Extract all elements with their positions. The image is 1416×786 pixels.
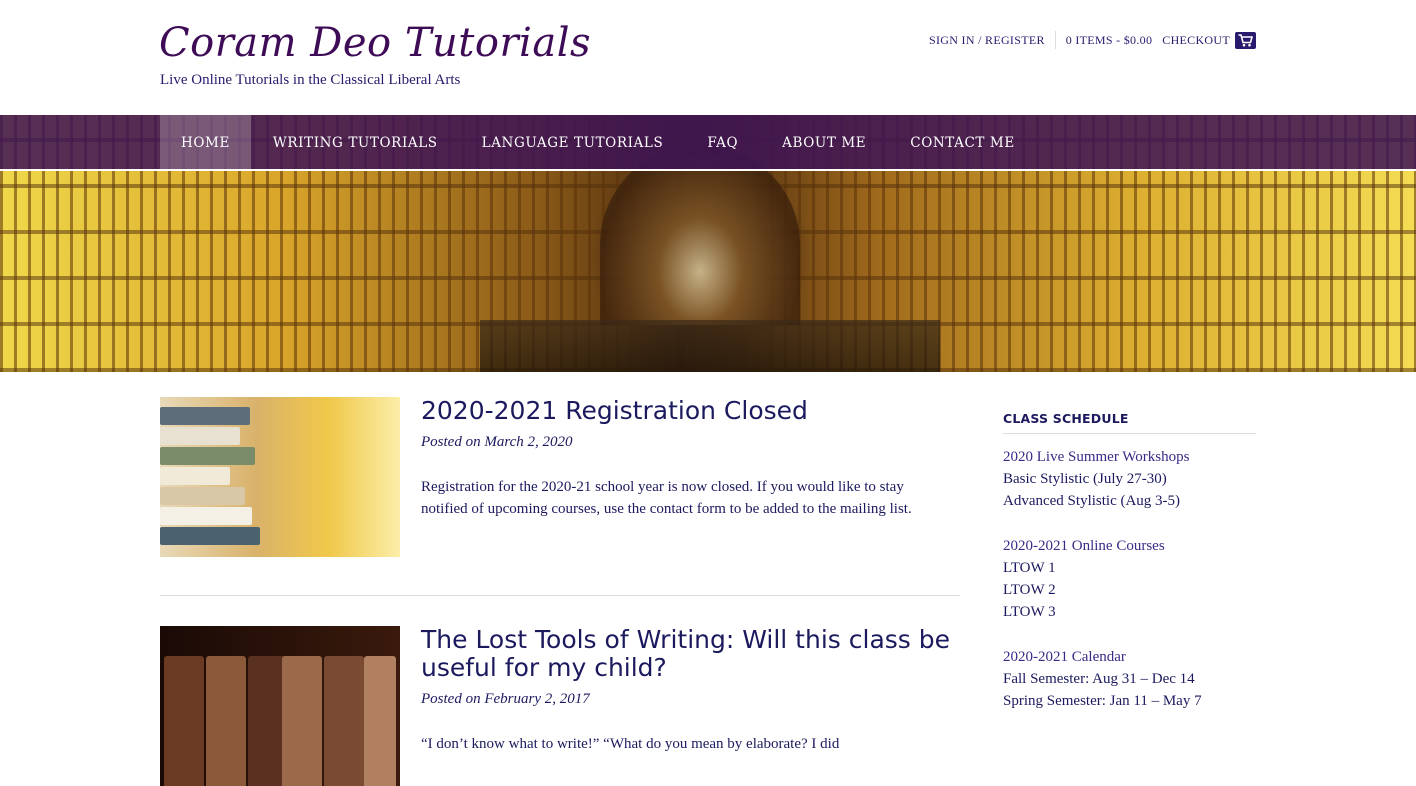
schedule-line: Basic Stylistic (July 27-30) [1003,471,1167,487]
nav-contact-me[interactable]: CONTACT ME [888,115,1037,171]
schedule-line: LTOW 1 [1003,560,1056,576]
nav-language-tutorials[interactable]: LANGUAGE TUTORIALS [460,115,686,171]
topbar-divider [1054,31,1056,49]
schedule-line: LTOW 2 [1003,582,1056,598]
site-tagline: Live Online Tutorials in the Classical L… [160,72,461,88]
nav-faq[interactable]: FAQ [685,115,760,171]
schedule-group: 2020-2021 Online Courses LTOW 1 LTOW 2 L… [1003,535,1256,623]
schedule-group-link[interactable]: 2020-2021 Online Courses [1003,535,1256,557]
post-excerpt: “I don’t know what to write!” “What do y… [421,736,840,752]
nav-home[interactable]: HOME [160,115,251,171]
post-thumbnail-books-stack[interactable] [160,397,400,557]
hero-floor [480,320,940,372]
post-divider [160,595,960,596]
post-title[interactable]: The Lost Tools of Writing: Will this cla… [421,626,951,682]
post-item: 2020-2021 Registration Closed Posted on … [160,397,960,587]
post-excerpt: Registration for the 2020-21 school year… [421,479,912,517]
schedule-line: Advanced Stylistic (Aug 3-5) [1003,493,1181,509]
schedule-line: Spring Semester: Jan 11 – May 7 [1003,693,1202,709]
widget-heading: CLASS SCHEDULE [1003,411,1256,434]
post-title[interactable]: 2020-2021 Registration Closed [421,397,808,425]
post-thumbnail-old-books[interactable] [160,626,400,786]
site-title[interactable]: Coram Deo Tutorials [159,20,591,66]
checkout-link[interactable]: CHECKOUT [1162,33,1230,48]
schedule-line: LTOW 3 [1003,604,1056,620]
post-item: The Lost Tools of Writing: Will this cla… [160,626,960,786]
shopping-cart-icon[interactable] [1235,31,1256,49]
nav-about-me[interactable]: ABOUT ME [760,115,888,171]
hero-arch [600,145,800,325]
schedule-line: Fall Semester: Aug 31 – Dec 14 [1003,671,1195,687]
post-date: Posted on February 2, 2017 [421,691,590,707]
schedule-group-link[interactable]: 2020-2021 Calendar [1003,646,1256,668]
schedule-group: 2020-2021 Calendar Fall Semester: Aug 31… [1003,646,1256,712]
site-header: Coram Deo Tutorials Live Online Tutorial… [0,0,1416,115]
signin-register-link[interactable]: SIGN IN / REGISTER [929,33,1045,48]
schedule-group: 2020 Live Summer Workshops Basic Stylist… [1003,446,1256,512]
main-navigation: HOME WRITING TUTORIALS LANGUAGE TUTORIAL… [0,115,1416,171]
class-schedule-widget: CLASS SCHEDULE 2020 Live Summer Workshop… [1003,411,1256,712]
cart-summary-link[interactable]: 0 ITEMS - $0.00 [1066,33,1153,48]
nav-writing-tutorials[interactable]: WRITING TUTORIALS [251,115,460,171]
schedule-group-link[interactable]: 2020 Live Summer Workshops [1003,446,1256,468]
account-bar: SIGN IN / REGISTER 0 ITEMS - $0.00 CHECK… [929,31,1256,49]
post-date: Posted on March 2, 2020 [421,434,573,450]
